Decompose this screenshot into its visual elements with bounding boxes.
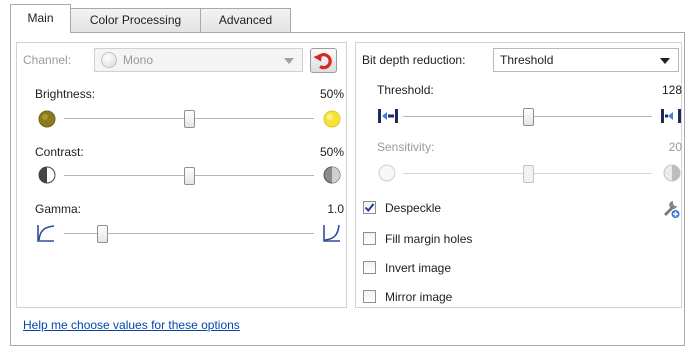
chevron-down-icon — [284, 58, 294, 64]
bit-depth-value: Threshold — [500, 53, 554, 67]
gamma-slider-thumb[interactable] — [96, 225, 108, 243]
tab-advanced[interactable]: Advanced — [200, 8, 291, 32]
contrast-slider-thumb[interactable] — [184, 167, 195, 185]
channel-dropdown[interactable]: Mono — [94, 48, 303, 72]
bit-depth-dropdown[interactable]: Threshold — [493, 48, 679, 72]
bit-depth-label: Bit depth reduction: — [362, 53, 466, 67]
despeckle-checkbox[interactable] — [363, 201, 376, 214]
gamma-value: 1.0 — [327, 202, 344, 216]
sensitivity-label: Sensitivity: — [377, 140, 435, 154]
despeckle-label: Despeckle — [385, 201, 442, 215]
brightness-slider-thumb[interactable] — [184, 110, 195, 128]
invert-image-checkbox[interactable] — [363, 261, 376, 274]
sensitivity-slider-thumb[interactable] — [522, 165, 534, 183]
low-contrast-icon — [38, 166, 56, 184]
mirror-image-checkbox[interactable] — [363, 290, 376, 303]
sensitivity-high-icon — [663, 164, 681, 182]
threshold-value: 128 — [661, 83, 682, 97]
undo-arrow-icon — [313, 53, 332, 70]
checkmark-icon — [364, 203, 375, 213]
contrast-label: Contrast: — [35, 145, 84, 159]
sensitivity-low-icon — [378, 164, 396, 182]
brightness-value: 50% — [319, 87, 344, 101]
contrast-value: 50% — [319, 145, 344, 159]
wrench-settings-icon[interactable] — [660, 198, 682, 220]
invert-image-label: Invert image — [385, 261, 452, 275]
threshold-low-icon — [378, 109, 398, 123]
gamma-low-curve-icon — [37, 225, 55, 242]
chevron-down-icon — [660, 58, 670, 64]
reset-button[interactable] — [310, 48, 337, 73]
threshold-slider-thumb[interactable] — [522, 108, 534, 126]
gamma-label: Gamma: — [35, 202, 82, 216]
tab-main[interactable]: Main — [10, 4, 71, 33]
dark-bulb-icon — [38, 110, 56, 128]
gamma-high-curve-icon — [323, 224, 340, 242]
channel-value: Mono — [123, 53, 154, 67]
bright-bulb-icon — [323, 110, 341, 128]
mono-circle-icon — [101, 52, 117, 68]
high-contrast-icon — [323, 166, 341, 184]
mirror-image-label: Mirror image — [385, 290, 453, 304]
threshold-label: Threshold: — [377, 83, 434, 97]
threshold-high-icon — [661, 109, 681, 123]
tab-color-processing[interactable]: Color Processing — [70, 8, 201, 32]
help-link[interactable]: Help me choose values for these options — [23, 318, 240, 332]
fill-margin-holes-label: Fill margin holes — [385, 232, 473, 246]
brightness-label: Brightness: — [35, 87, 96, 101]
sensitivity-value: 20 — [668, 140, 682, 154]
channel-label: Channel: — [23, 53, 72, 67]
fill-margin-holes-checkbox[interactable] — [363, 232, 376, 245]
